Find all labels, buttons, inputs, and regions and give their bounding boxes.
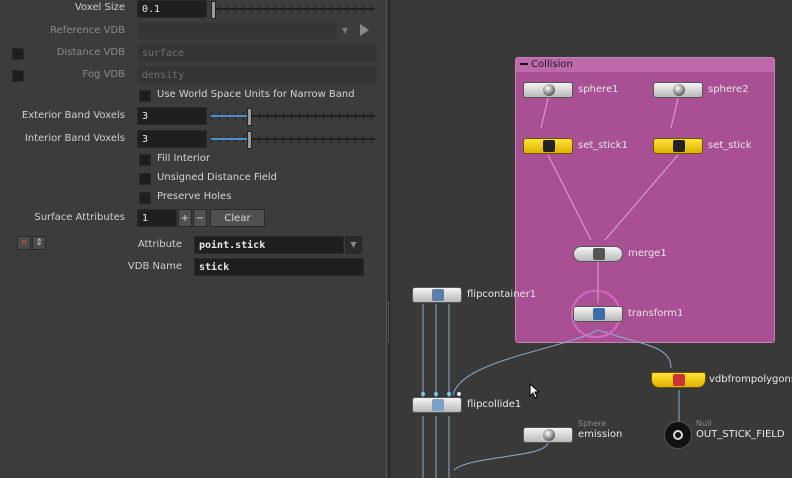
vdbfrompolygons-label: vdbfrompolygons (709, 374, 792, 385)
voxel-size-field[interactable]: 0.1 (137, 0, 207, 18)
world-space-units-checkbox[interactable] (139, 90, 151, 102)
distance-vdb-label: Distance VDB (56, 47, 125, 58)
slider-handle[interactable] (246, 108, 252, 126)
merge-icon (593, 248, 605, 260)
voxel-size-slider[interactable] (210, 0, 375, 19)
clear-attributes-button[interactable]: Clear (210, 209, 265, 227)
attribute-field[interactable]: point.stick (194, 236, 344, 254)
network-editor[interactable]: Collision sphere1 sphere2 set_stick1 set… (391, 0, 792, 478)
fill-interior-checkbox[interactable] (139, 154, 151, 166)
set-stick-label: set_stick (708, 140, 752, 151)
preserve-holes-checkbox[interactable] (139, 192, 151, 204)
preserve-holes-label: Preserve Holes (157, 191, 232, 202)
world-space-units-label: Use World Space Units for Narrow Band (157, 89, 355, 100)
reference-vdb-dropdown-icon[interactable]: ▼ (338, 22, 352, 40)
out-stick-field-node[interactable] (664, 421, 692, 449)
surface-attributes-label: Surface Attributes (34, 212, 125, 223)
interior-band-field[interactable]: 3 (137, 130, 207, 148)
input-port[interactable] (447, 392, 451, 396)
mouse-cursor-icon (529, 383, 539, 399)
null-type-label: Null (696, 419, 712, 428)
surface-attributes-count[interactable]: 1 (137, 209, 177, 227)
slider-handle[interactable] (246, 131, 252, 149)
flipcontainer1-node[interactable] (412, 287, 462, 303)
sphere1-node[interactable] (523, 82, 573, 98)
unsigned-distance-checkbox[interactable] (139, 173, 151, 185)
emission-node[interactable] (523, 427, 573, 443)
transform1-label: transform1 (628, 308, 684, 319)
flipcontainer1-label: flipcontainer1 (467, 289, 537, 300)
emission-label: emission (578, 429, 623, 440)
parameter-pane: Voxel Size 0.1 Reference VDB ▼ Distance … (0, 0, 386, 478)
input-port[interactable] (434, 392, 438, 396)
remove-instance-icon[interactable]: × (17, 236, 31, 250)
fill-interior-label: Fill Interior (157, 153, 211, 164)
transform1-node[interactable] (573, 306, 623, 322)
input-port[interactable] (421, 392, 425, 396)
sphere1-label: sphere1 (578, 84, 619, 95)
add-attribute-button[interactable]: + (178, 209, 192, 227)
interior-band-slider[interactable] (211, 130, 375, 149)
interior-band-label: Interior Band Voxels (24, 133, 125, 144)
set-stick1-node[interactable] (523, 138, 573, 154)
reference-vdb-jump-icon[interactable] (360, 24, 369, 36)
attribute-dropdown-icon[interactable]: ▼ (345, 236, 362, 254)
exterior-band-field[interactable]: 3 (137, 107, 207, 125)
flipcontainer-icon (432, 289, 444, 301)
attribwrangle-icon (673, 140, 685, 152)
remove-attribute-button[interactable]: − (193, 209, 207, 227)
voxel-size-label: Voxel Size (74, 2, 125, 13)
vdb-icon (673, 374, 685, 386)
slider-handle[interactable] (210, 1, 216, 19)
emission-type-label: Sphere (578, 419, 607, 428)
input-port[interactable] (457, 392, 461, 396)
exterior-band-label: Exterior Band Voxels (21, 110, 125, 121)
transform-icon (593, 308, 605, 320)
distance-vdb-field[interactable]: surface (137, 44, 377, 62)
flipcollide1-node[interactable] (412, 397, 462, 413)
set-stick1-label: set_stick1 (578, 140, 628, 151)
flipcollide1-label: flipcollide1 (467, 399, 522, 410)
unsigned-distance-label: Unsigned Distance Field (157, 172, 277, 183)
reference-vdb-field[interactable] (137, 22, 337, 40)
vdbfrompolygons-node[interactable] (651, 372, 706, 388)
sphere-icon (673, 84, 685, 96)
set-stick-node[interactable] (653, 138, 703, 154)
exterior-band-slider[interactable] (211, 107, 375, 126)
vdb-name-field[interactable]: stick (194, 258, 364, 276)
reference-vdb-label: Reference VDB (50, 25, 125, 36)
flipcollide-icon (432, 399, 444, 411)
sphere-icon (543, 429, 555, 441)
sphere2-label: sphere2 (708, 84, 749, 95)
merge1-node[interactable] (573, 246, 623, 262)
fog-vdb-field[interactable]: density (137, 66, 377, 84)
attribute-label: Attribute (137, 239, 182, 250)
attribwrangle-icon (543, 140, 555, 152)
sphere2-node[interactable] (653, 82, 703, 98)
fog-vdb-label: Fog VDB (82, 69, 125, 80)
out-stick-field-label: OUT_STICK_FIELD (696, 429, 785, 440)
vdb-name-label: VDB Name (127, 261, 182, 272)
reorder-instance-icon[interactable]: ⇕ (32, 236, 46, 250)
merge1-label: merge1 (628, 248, 667, 259)
null-icon (673, 430, 683, 440)
sphere-icon (543, 84, 555, 96)
